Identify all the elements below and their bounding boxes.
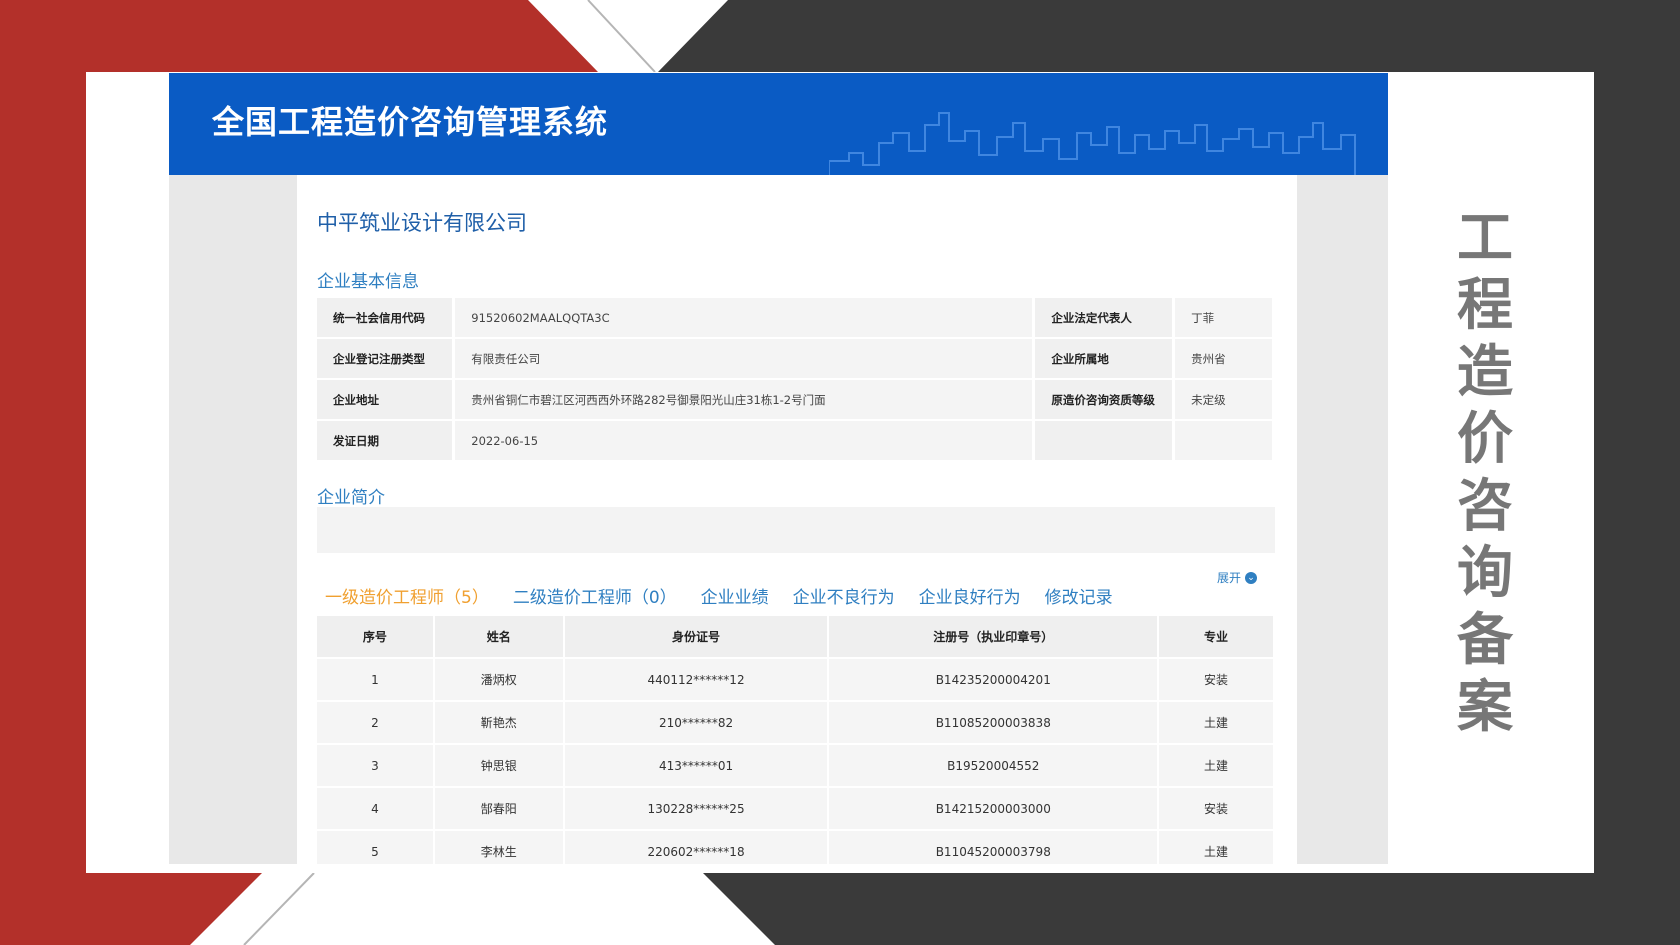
- id-number: 413******01: [563, 744, 830, 788]
- column-header: 序号: [317, 616, 435, 659]
- title-char: 咨: [1457, 474, 1513, 539]
- info-value: 2022-06-15: [453, 420, 1036, 462]
- tab-first-class-engineers[interactable]: 一级造价工程师（5）: [325, 583, 489, 608]
- table-header-row: 序号 姓名 身份证号 注册号（执业印章号） 专业: [317, 616, 1275, 659]
- info-value: 丁菲: [1173, 298, 1275, 339]
- info-label: 企业法定代表人: [1033, 298, 1176, 339]
- info-value: 91520602MAALQQTA3C: [453, 298, 1036, 339]
- registration-number: B14235200004201: [828, 658, 1160, 702]
- registration-number: B19520004552: [828, 744, 1160, 788]
- title-char: 造: [1457, 340, 1513, 405]
- engineer-name[interactable]: 郜春阳: [433, 787, 565, 831]
- title-char: 案: [1457, 675, 1513, 740]
- tab-good-conduct[interactable]: 企业良好行为: [919, 583, 1021, 608]
- registration-number: B14215200003000: [828, 787, 1160, 831]
- info-value: 贵州省: [1173, 338, 1275, 380]
- detail-tabs: 一级造价工程师（5） 二级造价工程师（0） 企业业绩 企业不良行为 企业良好行为…: [325, 583, 1137, 608]
- system-title: 全国工程造价咨询管理系统: [212, 103, 609, 141]
- engineer-name[interactable]: 钟思银: [433, 744, 565, 788]
- column-header: 身份证号: [563, 616, 830, 659]
- table-row: 1 潘炳权 440112******12 B14235200004201 安装: [317, 658, 1275, 702]
- specialty: 安装: [1158, 787, 1275, 831]
- company-detail-panel: 中平筑业设计有限公司 企业基本信息 统一社会信用代码 91520602MAALQ…: [297, 175, 1297, 864]
- system-screenshot: 全国工程造价咨询管理系统 中平筑业设计有限公司 企业基本信息 统一社会信用代码 …: [169, 73, 1388, 864]
- tab-second-class-engineers[interactable]: 二级造价工程师（0）: [513, 583, 677, 608]
- id-number: 220602******18: [563, 830, 830, 864]
- info-value: 贵州省铜仁市碧江区河西西外环路282号御景阳光山庄31栋1-2号门面: [453, 379, 1036, 421]
- specialty: 安装: [1158, 658, 1275, 702]
- tab-performance[interactable]: 企业业绩: [701, 583, 769, 608]
- basic-info-table: 统一社会信用代码 91520602MAALQQTA3C 企业法定代表人 丁菲 企…: [317, 298, 1275, 462]
- info-label: 企业地址: [317, 379, 456, 421]
- specialty: 土建: [1158, 830, 1275, 864]
- id-number: 440112******12: [563, 658, 830, 702]
- tab-bad-conduct[interactable]: 企业不良行为: [793, 583, 895, 608]
- tab-change-log[interactable]: 修改记录: [1045, 583, 1113, 608]
- info-row: 统一社会信用代码 91520602MAALQQTA3C 企业法定代表人 丁菲: [317, 298, 1275, 339]
- row-index: 3: [317, 744, 435, 788]
- expand-button[interactable]: 展开 ⌄: [1217, 569, 1258, 586]
- row-index: 4: [317, 787, 435, 831]
- info-label: 原造价咨询资质等级: [1033, 379, 1176, 421]
- table-row: 3 钟思银 413******01 B19520004552 土建: [317, 744, 1275, 788]
- title-char: 工: [1457, 206, 1513, 271]
- system-header: 全国工程造价咨询管理系统: [169, 73, 1388, 175]
- registration-number: B11085200003838: [828, 701, 1160, 745]
- expand-label: 展开: [1217, 571, 1242, 585]
- title-char: 程: [1457, 273, 1513, 338]
- info-value: 未定级: [1173, 379, 1275, 421]
- row-index: 5: [317, 830, 435, 864]
- title-char: 询: [1457, 541, 1513, 606]
- title-char: 备: [1457, 608, 1513, 673]
- info-label: 企业所属地: [1033, 338, 1176, 380]
- vertical-slide-title: 工 程 造 价 咨 询 备 案: [1454, 205, 1516, 741]
- intro-content: [317, 507, 1275, 553]
- row-index: 1: [317, 658, 435, 702]
- id-number: 130228******25: [563, 787, 830, 831]
- info-value: [1173, 420, 1275, 462]
- engineer-name[interactable]: 潘炳权: [433, 658, 565, 702]
- table-row: 2 靳艳杰 210******82 B11085200003838 土建: [317, 701, 1275, 745]
- engineer-name[interactable]: 靳艳杰: [433, 701, 565, 745]
- table-row: 5 李林生 220602******18 B11045200003798 土建: [317, 830, 1275, 864]
- column-header: 注册号（执业印章号）: [828, 616, 1160, 659]
- info-value: 有限责任公司: [453, 338, 1036, 380]
- column-header: 专业: [1158, 616, 1275, 659]
- info-row: 企业登记注册类型 有限责任公司 企业所属地 贵州省: [317, 338, 1275, 380]
- chevron-down-circle-icon: ⌄: [1245, 571, 1258, 584]
- company-name: 中平筑业设计有限公司: [317, 211, 527, 235]
- id-number: 210******82: [563, 701, 830, 745]
- column-header: 姓名: [433, 616, 565, 659]
- table-row: 4 郜春阳 130228******25 B14215200003000 安装: [317, 787, 1275, 831]
- basic-info-title: 企业基本信息: [317, 272, 419, 292]
- info-label: [1033, 420, 1176, 462]
- intro-title: 企业简介: [317, 488, 385, 508]
- specialty: 土建: [1158, 744, 1275, 788]
- info-row: 企业地址 贵州省铜仁市碧江区河西西外环路282号御景阳光山庄31栋1-2号门面 …: [317, 379, 1275, 421]
- engineer-name[interactable]: 李林生: [433, 830, 565, 864]
- info-label: 企业登记注册类型: [317, 338, 456, 380]
- engineers-table: 序号 姓名 身份证号 注册号（执业印章号） 专业 1 潘炳权 440112***…: [317, 616, 1275, 864]
- info-label: 发证日期: [317, 420, 456, 462]
- registration-number: B11045200003798: [828, 830, 1160, 864]
- info-label: 统一社会信用代码: [317, 298, 456, 339]
- row-index: 2: [317, 701, 435, 745]
- info-row: 发证日期 2022-06-15: [317, 420, 1275, 462]
- skyline-icon: [829, 112, 1356, 175]
- title-char: 价: [1457, 407, 1513, 472]
- specialty: 土建: [1158, 701, 1275, 745]
